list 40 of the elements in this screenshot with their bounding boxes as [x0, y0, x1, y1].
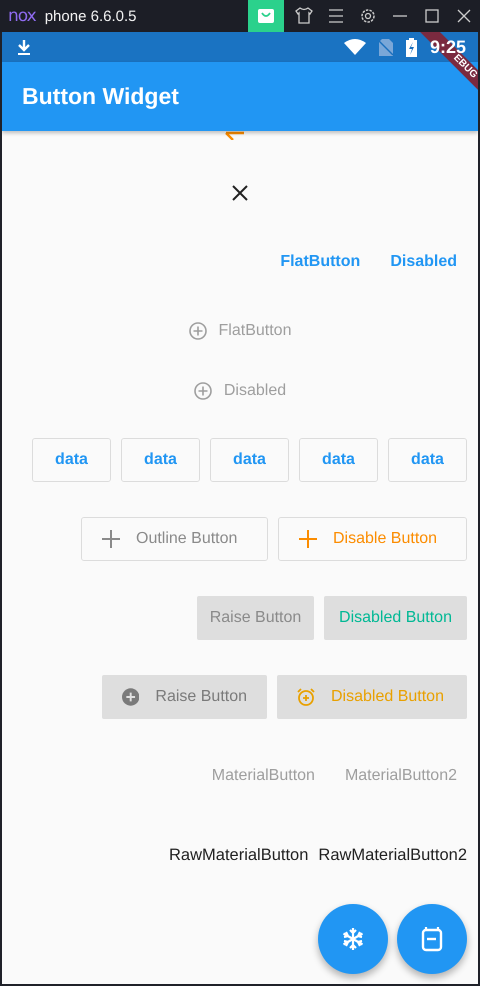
plus-icon [102, 530, 120, 548]
text-button[interactable]: Disabled [380, 244, 467, 280]
plus-circle-icon [122, 688, 140, 706]
close-icon [232, 185, 248, 201]
plus-circle-icon [188, 322, 207, 340]
app-logo: nox [8, 8, 36, 24]
wifi-icon [344, 39, 366, 55]
text-button[interactable]: FlatButton [178, 313, 302, 349]
alarm-icon [297, 688, 315, 706]
outlined-button[interactable]: Disable Button [278, 517, 467, 561]
plus-circle-icon [194, 382, 212, 400]
calendar-icon [421, 926, 443, 952]
sim-off-icon [378, 38, 393, 56]
text-button[interactable]: RawMaterialButton [169, 837, 308, 873]
floating-action-button[interactable] [318, 904, 388, 974]
bag-icon [258, 9, 274, 23]
app-bar-title: Button Widget [22, 83, 179, 110]
outlined-button[interactable]: data [121, 438, 200, 482]
text-button[interactable]: FlatButton [270, 244, 370, 280]
text-button[interactable]: RawMaterialButton2 [318, 837, 467, 873]
download-icon [17, 38, 31, 56]
shirt-icon[interactable] [294, 6, 314, 26]
text-button[interactable]: MaterialButton2 [334, 758, 467, 794]
outlined-button[interactable]: data [299, 438, 378, 482]
window-title: phone 6.6.0.5 [44, 8, 136, 24]
back-arrow-icon[interactable] [224, 130, 246, 140]
outlined-button[interactable]: data [388, 438, 467, 482]
plus-icon [299, 530, 317, 548]
outlined-button[interactable]: data [32, 438, 111, 482]
raised-button[interactable]: Disabled Button [324, 596, 467, 640]
raised-button[interactable]: Raise Button [197, 596, 314, 640]
battery-charging-icon [406, 38, 417, 56]
outlined-button[interactable]: data [210, 438, 289, 482]
raised-button[interactable]: Raise Button [102, 675, 267, 719]
floating-action-button[interactable] [397, 904, 467, 974]
snowflake-icon [341, 927, 365, 951]
text-button[interactable]: MaterialButton [202, 758, 325, 794]
raised-button[interactable]: Disabled Button [277, 675, 467, 719]
outlined-button[interactable]: Outline Button [81, 517, 268, 561]
text-button[interactable]: Disabled [184, 373, 296, 409]
